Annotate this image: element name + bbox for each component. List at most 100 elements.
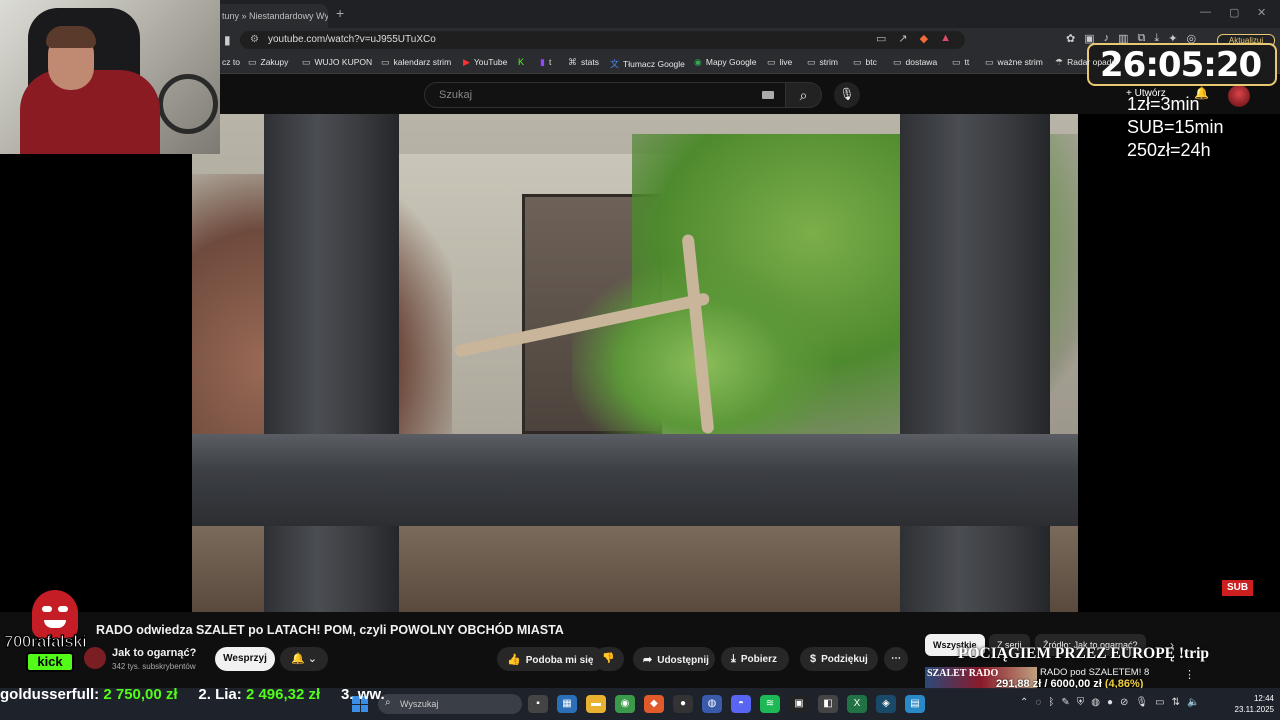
bookmark-label: kalendarz strim (393, 57, 452, 67)
url-bar[interactable]: ⚙ youtube.com/watch?v=uJ955UTuXCo (240, 31, 965, 49)
bookmark-page-icon[interactable]: ▮ (224, 33, 231, 47)
media-icon[interactable]: ◧ (818, 695, 838, 713)
bookmark-item[interactable]: ▭ strim (807, 57, 838, 68)
video-title: RADO odwiedza SZALET po LATACH! POM, czy… (96, 623, 564, 637)
bookmark-item[interactable]: ▶ YouTube (463, 57, 507, 68)
minimize-icon[interactable]: — (1200, 6, 1211, 18)
taskbar-clock[interactable]: 12:44 23.11.2025 (1226, 693, 1274, 715)
record-icon[interactable]: ● (1107, 697, 1113, 708)
bookmark-label: ważne strim (997, 57, 1043, 67)
notepad-icon[interactable]: ▤ (905, 695, 925, 713)
browser-tab[interactable]: tuny » Niestandardowy Wyb (214, 4, 328, 28)
mute-icon[interactable]: ⊘ (1120, 697, 1128, 708)
download-button[interactable]: ⤓ Pobierz (721, 647, 789, 671)
brave-shield-icon[interactable]: ◆ (920, 32, 928, 45)
like-label: Podoba mi się (525, 655, 594, 666)
discord-icon[interactable]: ◓ (731, 695, 751, 713)
subscription-bell-button[interactable]: 🔔 ⌄ (280, 647, 328, 671)
new-tab-button[interactable]: + (336, 5, 344, 21)
suggestion-title[interactable]: RADO pod SZALETEM! 8 (1040, 667, 1149, 678)
pen-icon[interactable]: ✎ (1061, 697, 1069, 708)
bookmark-label: cz to (222, 57, 240, 67)
download-label: Pobierz (740, 654, 777, 665)
shield-icon[interactable]: ⛨ (1077, 697, 1085, 708)
bookmark-label: stats (581, 57, 599, 67)
bookmark-item[interactable]: 文 Tłumacz Google (610, 57, 685, 70)
share-arrow-icon: ➦ (643, 654, 653, 666)
link-icon: ⌘ (568, 57, 577, 67)
weather-icon: ☂ (1055, 57, 1064, 67)
mic-tray-icon[interactable]: 🎙 (1135, 697, 1148, 708)
bookmark-item[interactable]: ▭ tt (952, 57, 969, 68)
bookmark-item[interactable]: ☂ Radar opadó (1055, 57, 1116, 68)
bookmark-item[interactable]: ◉ Mapy Google (694, 57, 756, 68)
bluetooth-icon[interactable]: ᛒ (1048, 697, 1054, 708)
kick-icon: K (518, 57, 525, 67)
suggestion-menu-icon[interactable]: ⋮ (1184, 668, 1195, 681)
brave-icon[interactable]: ◆ (644, 695, 664, 713)
like-button[interactable]: 👍 Podoba mi się (497, 647, 605, 671)
tray-chevron-icon[interactable]: ⌃ (1020, 697, 1028, 708)
webcam-bike-wheel (158, 74, 218, 134)
rewards-icon[interactable]: ▲ (940, 32, 951, 45)
widgets-icon[interactable]: ▦ (557, 695, 577, 713)
chrome-icon[interactable]: ◉ (615, 695, 635, 713)
search-button[interactable]: ⌕ (786, 82, 822, 108)
site-info-icon[interactable]: ⚙ (250, 34, 259, 45)
search-icon: ⌕ (799, 87, 808, 103)
excel-icon[interactable]: X (847, 695, 867, 713)
bookmark-item[interactable]: cz to (222, 57, 240, 67)
app2-icon[interactable]: ◈ (876, 695, 896, 713)
channel-name[interactable]: Jak to ogarnąć? (112, 647, 196, 659)
ticker-name: 2. Lia: (198, 686, 242, 703)
logo-name: 700rafalski (3, 631, 87, 651)
logo-mascot-icon (32, 590, 78, 638)
bookmark-item[interactable]: ▭ ważne strim (985, 57, 1043, 68)
webcam-overlay (0, 0, 220, 154)
bookmark-item[interactable]: ▮ t (540, 57, 551, 68)
steam-icon[interactable]: ◍ (1091, 697, 1100, 708)
monitor-icon[interactable]: ▭ (1155, 697, 1164, 708)
folder-icon: ▭ (952, 57, 961, 67)
more-actions-button[interactable]: ⋯ (884, 647, 908, 671)
bookmark-item[interactable]: ▭ WUJO KUPON (302, 57, 372, 68)
close-icon[interactable]: ✕ (1257, 6, 1266, 19)
maximize-icon[interactable]: ▢ (1229, 6, 1239, 19)
dislike-button[interactable]: 👎 (594, 647, 624, 671)
webcam-streamer-body (20, 70, 160, 154)
search-input[interactable]: Szukaj (424, 82, 786, 108)
cast-icon[interactable]: ▭ (876, 32, 886, 45)
bookmark-item[interactable]: ▭ btc (853, 57, 877, 68)
bookmark-item[interactable]: ▭ dostawa (893, 57, 937, 68)
bookmark-item[interactable]: K (518, 57, 528, 67)
thanks-button[interactable]: $ Podziękuj (800, 647, 878, 671)
folder-icon: ▭ (807, 57, 816, 67)
bookmark-item[interactable]: ▭ kalendarz strim (381, 57, 451, 68)
keyboard-icon[interactable] (762, 91, 774, 99)
account-avatar[interactable] (1228, 85, 1250, 107)
support-button[interactable]: Wesprzyj (215, 647, 275, 671)
bookmark-item[interactable]: ▭ live (767, 57, 792, 68)
bookmark-item[interactable]: ⌘ stats (568, 57, 599, 68)
file-explorer-icon[interactable]: ▬ (586, 695, 606, 713)
obs-icon[interactable]: ● (673, 695, 693, 713)
fence-rail (192, 434, 1078, 526)
network-icon[interactable]: ⇅ (1172, 697, 1180, 708)
voice-search-button[interactable]: 🎙 (834, 82, 860, 108)
spotify-icon[interactable]: ≋ (760, 695, 780, 713)
rate-line: 250zł=24h (1127, 140, 1211, 160)
extension-icon[interactable]: ✿ (1066, 32, 1075, 45)
clock-time: 12:44 (1253, 694, 1274, 703)
share-icon[interactable]: ↗ (898, 32, 907, 45)
streamlabs-icon[interactable]: ▣ (789, 695, 809, 713)
bookmark-label: t (548, 57, 552, 67)
subathon-timer: 26:05:20 (1100, 45, 1262, 85)
volume-icon[interactable]: 🔈 (1187, 697, 1199, 708)
tray-app-icon[interactable]: ◌ (1035, 697, 1041, 708)
app-icon[interactable]: ◍ (702, 695, 722, 713)
bookmark-item[interactable]: ▭ Zakupy (248, 57, 288, 68)
video-player[interactable] (192, 114, 1078, 612)
share-button[interactable]: ➦ Udostępnij (633, 647, 715, 671)
bookmark-label: Zakupy (260, 57, 289, 67)
bookmark-label: strim (819, 57, 838, 67)
